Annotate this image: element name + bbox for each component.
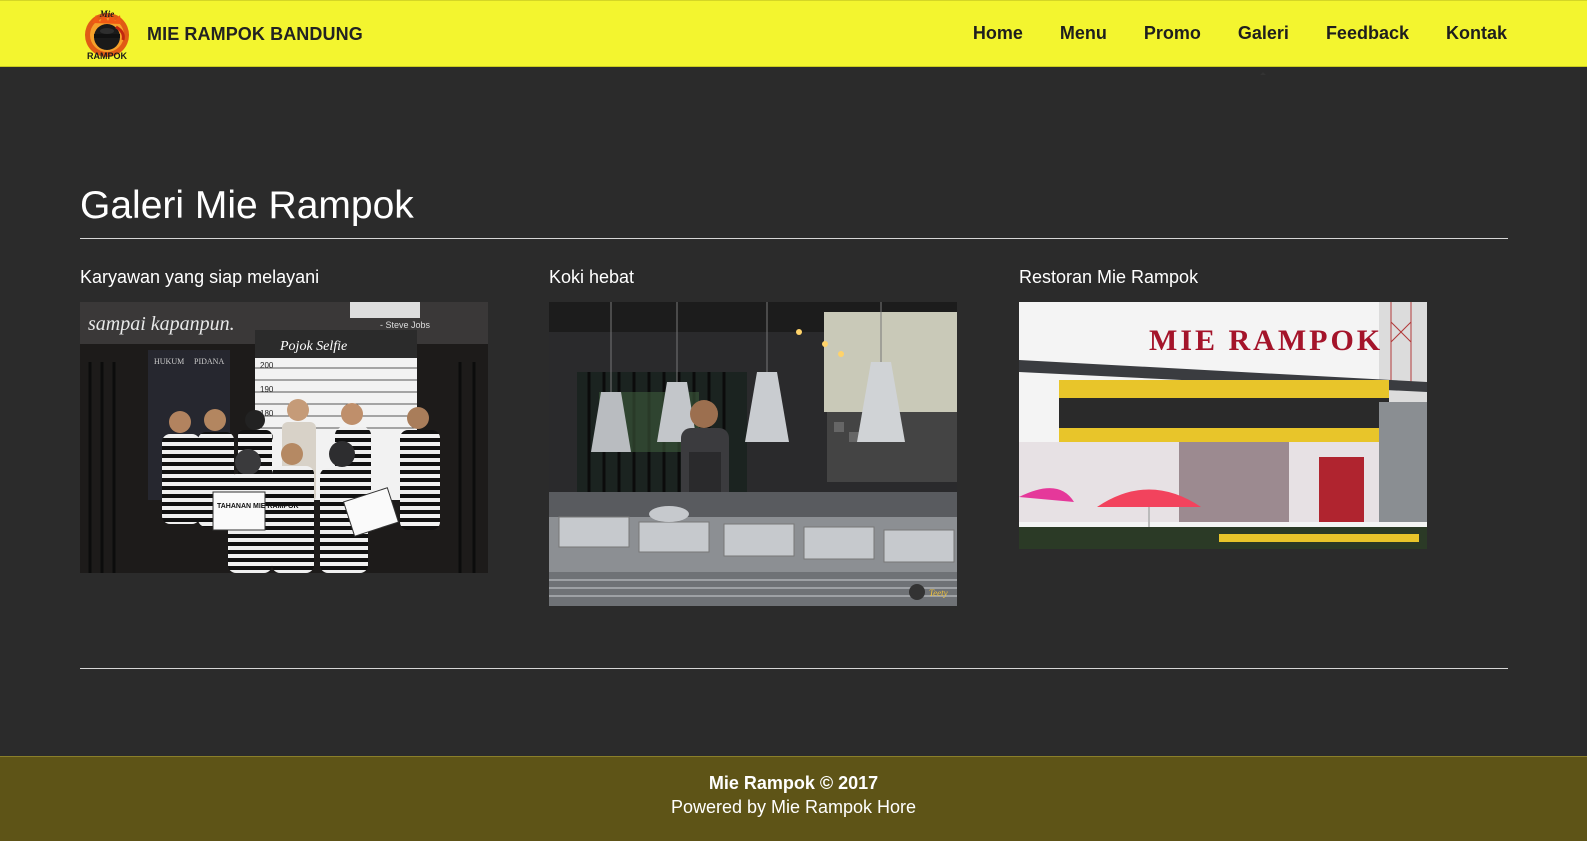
nav-galeri[interactable]: Galeri <box>1238 23 1289 44</box>
svg-text:RAMPOK: RAMPOK <box>87 51 127 61</box>
svg-text:sampai kapanpun.: sampai kapanpun. <box>88 313 235 335</box>
gallery-caption-staff: Karyawan yang siap melayani <box>80 267 320 287</box>
gallery-caption-restaurant: Restoran Mie Rampok <box>1019 267 1199 287</box>
footer: Mie Rampok © 2017 Powered by Mie Rampok … <box>0 756 1587 841</box>
gallery-photo-restaurant[interactable]: MIE RAMPOK <box>1019 302 1427 549</box>
svg-text:Mie: Mie <box>99 9 115 19</box>
brand-name: MIE RAMPOK BANDUNG <box>147 23 363 44</box>
brand-link[interactable]: Mie RAMPOK MIE RAMPOK BANDUNG <box>80 6 363 62</box>
svg-text:TAHANAN MIE RAMPOK: TAHANAN MIE RAMPOK <box>217 503 299 510</box>
main-nav: Home Menu Promo Galeri Feedback Kontak <box>973 1 1507 65</box>
svg-text:Pojok Selfie: Pojok Selfie <box>279 339 347 354</box>
svg-text:190: 190 <box>260 385 274 394</box>
navbar: Mie RAMPOK MIE RAMPOK BANDUNG Home Menu … <box>0 0 1587 67</box>
mie-rampok-logo: Mie RAMPOK <box>85 9 129 61</box>
footer-powered-by: Powered by Mie Rampok Hore <box>670 797 917 817</box>
restaurant-photo-image: MIE RAMPOK <box>1019 302 1427 549</box>
svg-text:PIDANA: PIDANA <box>194 357 224 366</box>
gallery-photo-chef[interactable]: Teety <box>549 302 957 606</box>
nav-menu[interactable]: Menu <box>1060 23 1107 44</box>
svg-text:HUKUM: HUKUM <box>154 357 184 366</box>
svg-text:200: 200 <box>260 361 274 370</box>
footer-copyright: Mie Rampok © 2017 <box>708 773 879 793</box>
nav-promo[interactable]: Promo <box>1144 23 1201 44</box>
page-title: Galeri Mie Rampok <box>80 184 414 227</box>
chef-photo-image: Teety <box>549 302 957 606</box>
gallery-bottom-divider <box>80 668 1508 669</box>
title-divider <box>80 238 1508 239</box>
nav-home[interactable]: Home <box>973 23 1023 44</box>
gallery-caption-chef: Koki hebat <box>549 267 635 287</box>
svg-text:- Steve Jobs: - Steve Jobs <box>380 320 431 330</box>
gallery-photo-staff[interactable]: sampai kapanpun. - Steve Jobs HUKUM PIDA… <box>80 302 488 573</box>
svg-text:MIE RAMPOK: MIE RAMPOK <box>1149 324 1383 357</box>
staff-photo-image: sampai kapanpun. - Steve Jobs HUKUM PIDA… <box>80 302 488 573</box>
nav-kontak[interactable]: Kontak <box>1446 23 1507 44</box>
nav-feedback[interactable]: Feedback <box>1326 23 1409 44</box>
svg-text:Teety: Teety <box>929 588 948 598</box>
